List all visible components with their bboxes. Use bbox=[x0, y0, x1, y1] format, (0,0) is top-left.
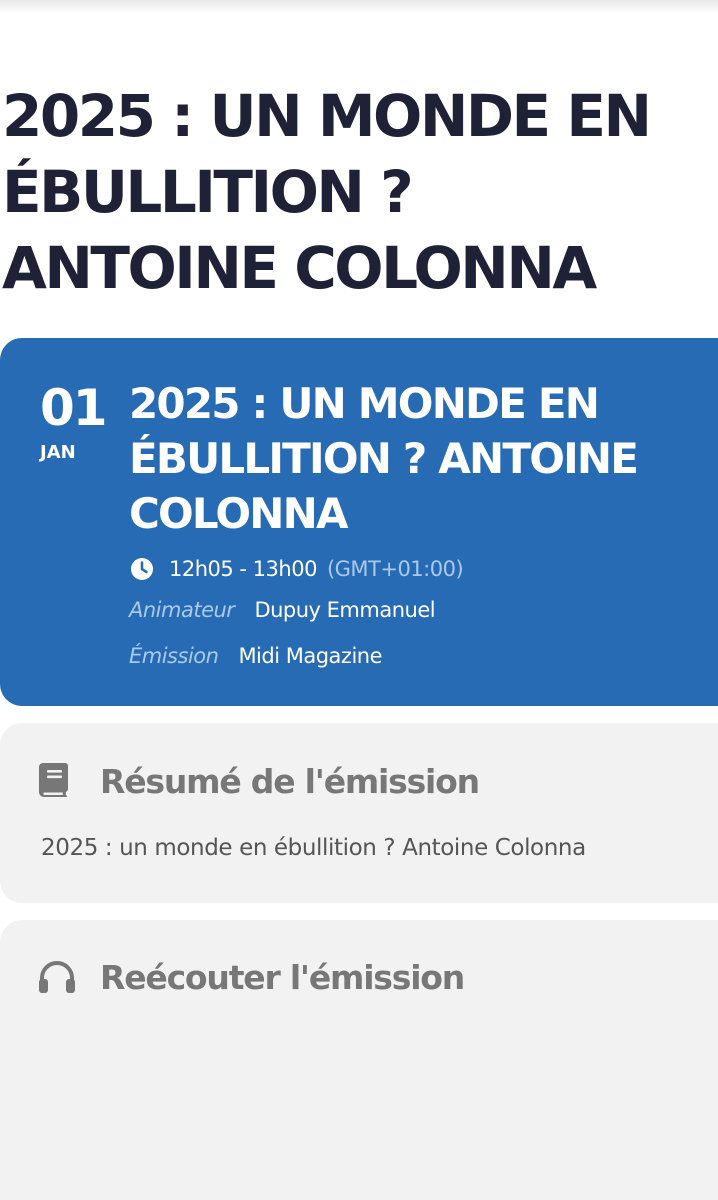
host-value: Dupuy Emmanuel bbox=[254, 598, 436, 622]
event-time: 12h05 - 13h00 bbox=[169, 557, 317, 581]
summary-panel bbox=[0, 723, 718, 903]
page: 2025 : UN MONDE EN ÉBULLITION ? ANTOINE … bbox=[0, 0, 718, 1200]
summary-heading: Résumé de l'émission bbox=[100, 762, 480, 801]
event-title: 2025 : UN MONDE EN ÉBULLITION ? ANTOINE … bbox=[129, 379, 639, 538]
headphones-icon bbox=[38, 960, 76, 999]
host-label: Animateur bbox=[129, 598, 235, 622]
show-value: Midi Magazine bbox=[238, 644, 383, 668]
event-date-month: JAN bbox=[40, 442, 76, 463]
show-label: Émission bbox=[129, 644, 219, 668]
clock-icon bbox=[129, 556, 155, 582]
event-timezone: (GMT+01:00) bbox=[326, 557, 464, 581]
event-host-row: Animateur Dupuy Emmanuel bbox=[129, 593, 436, 627]
event-date-day: 01 bbox=[40, 379, 108, 437]
replay-heading: Reécouter l'émission bbox=[100, 958, 465, 997]
header-shadow bbox=[0, 0, 718, 14]
event-show-row: Émission Midi Magazine bbox=[129, 639, 383, 673]
page-title: 2025 : UN MONDE EN ÉBULLITION ? ANTOINE … bbox=[2, 82, 652, 302]
book-icon bbox=[38, 762, 70, 803]
event-time-row: 12h05 - 13h00 (GMT+01:00) bbox=[129, 552, 464, 586]
summary-text: 2025 : un monde en ébullition ? Antoine … bbox=[41, 835, 586, 861]
